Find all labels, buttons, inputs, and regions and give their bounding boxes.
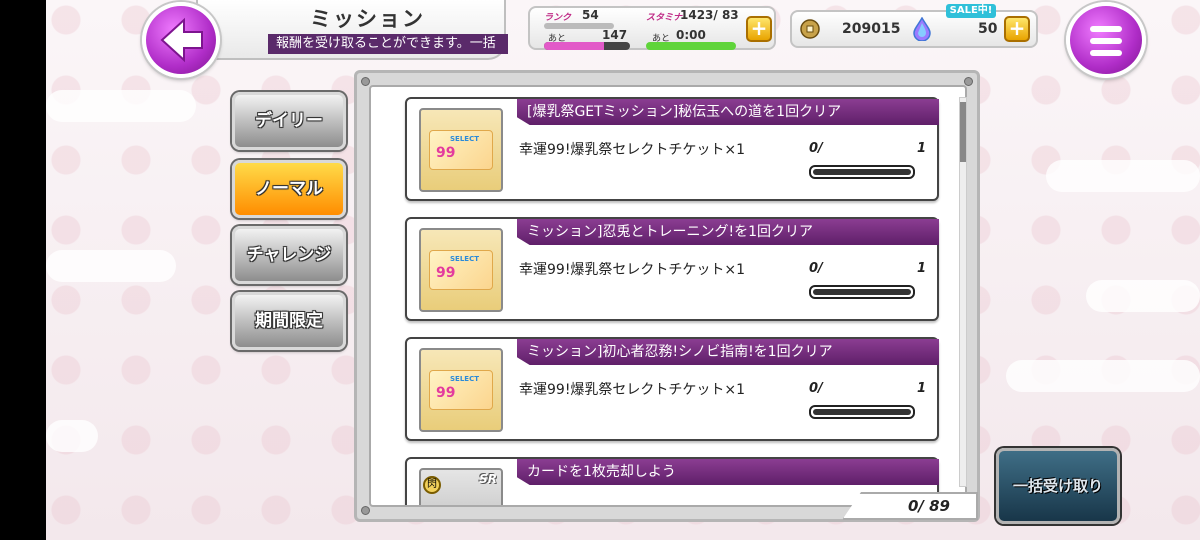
scrollbar[interactable]	[959, 97, 967, 487]
reward-thumbnail: SELECT 99	[419, 348, 503, 432]
mission-list[interactable]: SELECT 99 [爆乳祭GETミッション]秘伝玉への道を1回クリア 幸運99…	[369, 85, 967, 507]
mission-title: カードを1枚売却しよう	[517, 459, 939, 485]
mission-title: [爆乳祭GETミッション]秘伝玉への道を1回クリア	[517, 99, 939, 125]
reward-thumbnail: SELECT 99	[419, 228, 503, 312]
reward-thumbnail: SELECT 99	[419, 108, 503, 192]
progress-current: 0/	[809, 381, 823, 396]
sale-badge: SALE中!	[946, 4, 996, 18]
info-ticker: 報酬を受け取ることができます。一括	[268, 34, 508, 54]
background-stripe	[1046, 160, 1200, 192]
scrollbar-thumb[interactable]	[960, 102, 966, 162]
bulk-receive-button[interactable]: 一括受け取り	[996, 448, 1120, 524]
stamina-plus-button[interactable]: +	[746, 16, 772, 42]
tab-normal[interactable]: ノーマル	[232, 160, 346, 218]
ticket-icon: SELECT 99	[429, 130, 493, 170]
mission-card[interactable]: SELECT 99 [爆乳祭GETミッション]秘伝玉への道を1回クリア 幸運99…	[405, 97, 939, 201]
page-title: ミッション	[310, 7, 425, 31]
completed-count: 0/ 89	[842, 492, 978, 520]
progress-bar	[809, 285, 915, 299]
rank-gauge	[544, 42, 630, 50]
progress-current: 0/	[809, 141, 823, 156]
stamina-value: 1423/ 83	[680, 8, 739, 22]
gem-amount: 50	[978, 21, 998, 37]
rank-next-value: 147	[602, 28, 628, 42]
progress-bar	[809, 405, 915, 419]
rank-label: ランク	[544, 13, 572, 23]
stamina-gauge	[646, 42, 736, 50]
background-stripe	[46, 250, 176, 282]
coin-amount: 209015	[842, 21, 901, 37]
menu-button[interactable]	[1066, 2, 1146, 78]
game-screen: ミッション 報酬を受け取ることができます。一括 ランク 54 あと 147 スタ…	[46, 0, 1200, 540]
rarity-icon: 閃	[423, 476, 441, 494]
reward-text: 幸運99!爆乳祭セレクトチケット×1	[519, 262, 746, 278]
arrow-left-icon	[160, 17, 203, 63]
gem-icon	[913, 17, 931, 41]
progress-max: 1	[917, 381, 927, 396]
reward-text: 幸運99!爆乳祭セレクトチケット×1	[519, 382, 746, 398]
mission-card[interactable]: SELECT 99 ミッション]初心者忍務!シノビ指南!を1回クリア 幸運99!…	[405, 337, 939, 441]
back-button[interactable]	[142, 2, 220, 78]
card-thumbnail: 閃 SR	[419, 468, 503, 505]
coin-icon	[800, 19, 820, 39]
background-stripe	[46, 420, 98, 452]
progress-max: 1	[917, 261, 927, 276]
reward-text: 幸運99!爆乳祭セレクトチケット×1	[519, 142, 746, 158]
progress-max: 1	[917, 141, 927, 156]
tab-challenge[interactable]: チャレンジ	[232, 226, 346, 284]
sr-badge: SR	[479, 472, 497, 486]
screw-decoration	[361, 506, 370, 515]
mission-title: ミッション]初心者忍務!シノビ指南!を1回クリア	[517, 339, 939, 365]
ticket-icon: SELECT 99	[429, 250, 493, 290]
currency-panel: 209015 50	[790, 10, 1038, 48]
gem-plus-button[interactable]: +	[1004, 16, 1030, 42]
player-status-panel: ランク 54 あと 147 スタミナ 1423/ 83 あと 0:00	[528, 6, 776, 50]
rank-value: 54	[582, 8, 599, 22]
progress-current: 0/	[809, 261, 823, 276]
stamina-next-value: 0:00	[676, 28, 706, 42]
progress-bar	[809, 165, 915, 179]
title-panel: ミッション 報酬を受け取ることができます。一括	[196, 0, 508, 60]
screw-decoration	[964, 77, 973, 86]
mission-title: ミッション]忍兎とトレーニング!を1回クリア	[517, 219, 939, 245]
screw-decoration	[361, 77, 370, 86]
tab-daily[interactable]: デイリー	[232, 92, 346, 150]
background-stripe	[1086, 280, 1200, 312]
tab-limited[interactable]: 期間限定	[232, 292, 346, 350]
stamina-label: スタミナ	[646, 13, 683, 23]
mission-card[interactable]: SELECT 99 ミッション]忍兎とトレーニング!を1回クリア 幸運99!爆乳…	[405, 217, 939, 321]
mission-list-panel: SELECT 99 [爆乳祭GETミッション]秘伝玉への道を1回クリア 幸運99…	[354, 70, 980, 522]
background-stripe	[46, 90, 196, 122]
background-stripe	[1006, 360, 1200, 392]
ticket-icon: SELECT 99	[429, 370, 493, 410]
